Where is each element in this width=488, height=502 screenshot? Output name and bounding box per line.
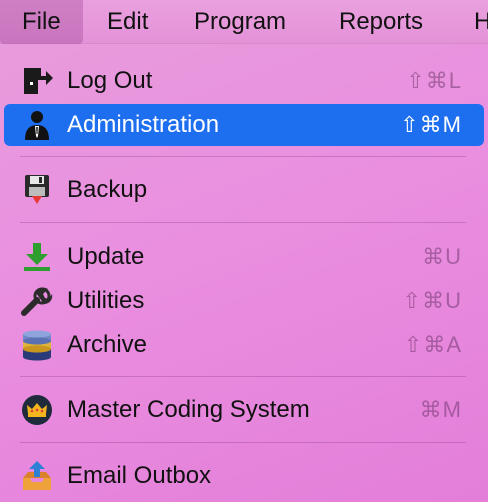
menu-item-label: Log Out <box>67 67 153 94</box>
keyboard-shortcut: ⇧⌘U <box>402 288 462 313</box>
menu-item-label: Archive <box>67 331 148 358</box>
menu-item-label: Administration <box>67 111 220 138</box>
menu-item-label: Update <box>67 243 145 270</box>
menu-separator <box>20 442 466 443</box>
menu-item-administration[interactable]: Administration ⇧⌘M <box>4 104 484 146</box>
menu-separator <box>20 156 466 157</box>
menu-item-utilities[interactable]: Utilities ⇧⌘U <box>4 280 484 322</box>
menubar-file[interactable]: File <box>0 0 83 44</box>
menu-item-email-outbox[interactable]: Email Outbox <box>4 455 484 497</box>
menubar-reports[interactable]: Reports <box>317 0 445 44</box>
file-menu: Log Out ⇧⌘L Administration ⇧⌘M Backup Up… <box>0 45 488 502</box>
menu-item-label: Email Outbox <box>67 462 212 489</box>
floppy-disk-icon <box>20 174 54 206</box>
menu-item-update[interactable]: Update ⌘U <box>4 236 484 278</box>
keyboard-shortcut: ⌘M <box>419 397 462 422</box>
admin-person-icon <box>20 109 54 141</box>
outbox-tray-icon <box>20 460 54 492</box>
menu-bar: File Edit Program Reports H <box>0 0 488 44</box>
menu-separator <box>20 222 466 223</box>
menubar-program[interactable]: Program <box>172 0 308 44</box>
database-icon <box>20 329 54 361</box>
menu-item-label: Utilities <box>67 287 145 314</box>
menu-item-log-out[interactable]: Log Out ⇧⌘L <box>4 60 484 102</box>
menu-item-master-coding-system[interactable]: Master Coding System ⌘M <box>4 389 484 431</box>
wrench-icon <box>20 285 54 317</box>
logout-door-icon <box>20 65 54 97</box>
menu-item-label: Master Coding System <box>67 396 310 423</box>
menubar-edit[interactable]: Edit <box>85 0 170 44</box>
menu-item-archive[interactable]: Archive ⇧⌘A <box>4 324 484 366</box>
menu-separator <box>20 376 466 377</box>
keyboard-shortcut: ⇧⌘M <box>400 112 462 137</box>
menu-item-backup[interactable]: Backup <box>4 169 484 211</box>
crown-badge-icon <box>20 394 54 426</box>
download-arrow-icon <box>20 241 54 273</box>
keyboard-shortcut: ⇧⌘A <box>403 332 462 357</box>
menubar-help[interactable]: H <box>452 0 488 44</box>
menu-item-label: Backup <box>67 176 148 203</box>
keyboard-shortcut: ⌘U <box>422 244 462 269</box>
keyboard-shortcut: ⇧⌘L <box>406 68 462 93</box>
